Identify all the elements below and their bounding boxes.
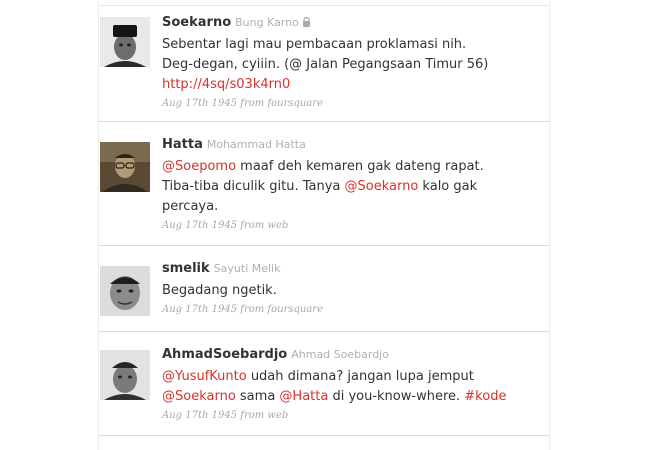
tweet-item[interactable]: Hatta Mohammad Hatta @Soepomo maaf deh ke… [98, 122, 550, 246]
tweet-text: @Soepomo maaf deh kemaren gak dateng rap… [162, 157, 544, 217]
tweet-meta: Aug 17th 1945 from foursquare [162, 97, 544, 111]
tweet-header: smelik Sayuti Melik [162, 260, 544, 278]
mention-link[interactable]: @Soekarno [345, 179, 419, 194]
tweet-content: smelik Sayuti Melik Begadang ngetik. Aug … [162, 260, 544, 317]
screen-name[interactable]: Soekarno [162, 15, 231, 30]
tweet-text-segment: kalo gak [418, 179, 478, 194]
avatar-soekarno[interactable] [100, 17, 150, 67]
mention-link[interactable]: @YusufKunto [162, 369, 247, 384]
full-name: Ahmad Soebardjo [291, 348, 389, 361]
tweet-text-segment: di you-know-where. [328, 389, 465, 404]
tweet-meta: Aug 17th 1945 from foursquare [162, 303, 544, 317]
tweet-content: Soekarno Bung Karno Sebentar lagi mau pem… [162, 14, 544, 111]
hashtag-link[interactable]: #kode [464, 389, 506, 404]
tweet-content: Hatta Mohammad Hatta @Soepomo maaf deh ke… [162, 136, 544, 233]
screen-name[interactable]: AhmadSoebardjo [162, 347, 287, 362]
screen-name[interactable]: smelik [162, 261, 210, 276]
from-label: from [240, 220, 265, 231]
tweet-text: Sebentar lagi mau pembacaan proklamasi n… [162, 35, 544, 95]
full-name: Mohammad Hatta [206, 138, 306, 151]
tweet-header: Soekarno Bung Karno [162, 14, 544, 32]
tweet-content: AhmadSoebardjo Ahmad Soebardjo @YusufKunt… [162, 346, 544, 423]
tweet-text: Begadang ngetik. [162, 281, 544, 301]
mention-link[interactable]: @Soekarno [162, 389, 236, 404]
avatar-hatta[interactable] [100, 142, 150, 192]
tweet-item[interactable]: Soekarno Bung Karno Sebentar lagi mau pem… [98, 0, 550, 122]
tweet-meta: Aug 17th 1945 from web [162, 219, 544, 233]
timestamp[interactable]: Aug 17th 1945 [162, 220, 237, 231]
timestamp[interactable]: Aug 17th 1945 [162, 98, 237, 109]
tweet-text: @YusufKunto udah dimana? jangan lupa jem… [162, 367, 544, 407]
timestamp[interactable]: Aug 17th 1945 [162, 410, 237, 421]
from-label: from [240, 98, 265, 109]
tweet-text-segment: udah dimana? jangan lupa jemput [246, 369, 474, 384]
tweet-header: AhmadSoebardjo Ahmad Soebardjo [162, 346, 544, 364]
screen-name[interactable]: Hatta [162, 137, 203, 152]
tweet-text-line: Deg-degan, cyiiin. (@ Jalan Pegangsaan T… [162, 57, 489, 72]
tweet-header: Hatta Mohammad Hatta [162, 136, 544, 154]
tweet-text-segment: Begadang ngetik. [162, 283, 277, 298]
tweet-item[interactable]: smelik Sayuti Melik Begadang ngetik. Aug … [98, 246, 550, 332]
from-label: from [240, 304, 265, 315]
full-name: Sayuti Melik [213, 262, 281, 275]
source-link[interactable]: foursquare [267, 98, 323, 109]
source-link[interactable]: foursquare [267, 304, 323, 315]
tweet-text-segment: sama [235, 389, 280, 404]
from-label: from [240, 410, 265, 421]
tweet-text-segment: Tiba-tiba diculik gitu. Tanya [162, 179, 345, 194]
source-link[interactable]: web [267, 220, 288, 231]
tweet-meta: Aug 17th 1945 from web [162, 409, 544, 423]
mention-link[interactable]: @Soepomo [162, 159, 236, 174]
mention-link[interactable]: @Hatta [279, 389, 328, 404]
tweet-item[interactable]: AhmadSoebardjo Ahmad Soebardjo @YusufKunt… [98, 332, 550, 436]
lock-icon [302, 15, 311, 27]
source-link[interactable]: web [267, 410, 288, 421]
timestamp[interactable]: Aug 17th 1945 [162, 304, 237, 315]
tweet-url-link[interactable]: http://4sq/s03k4rn0 [162, 77, 290, 92]
avatar-ahmadsoebardjo[interactable] [100, 350, 150, 400]
tweet-text-segment: percaya. [162, 199, 219, 214]
tweet-text-line: Sebentar lagi mau pembacaan proklamasi n… [162, 37, 467, 52]
tweet-text-segment: maaf deh kemaren gak dateng rapat. [236, 159, 484, 174]
full-name: Bung Karno [235, 16, 299, 29]
avatar-smelik[interactable] [100, 266, 150, 316]
